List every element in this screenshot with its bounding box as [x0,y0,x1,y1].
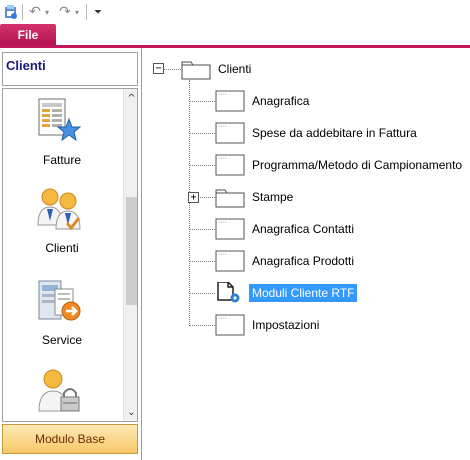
tree-node-label: Stampe [252,190,294,204]
tree-node-label: Moduli Cliente RTF [249,284,358,302]
user-lock-icon [38,369,80,412]
tree-connector [189,80,190,326]
tree-node-programma[interactable]: Programma/Metodo di Campionamento [215,154,465,176]
redo-icon[interactable]: ↷ [58,2,72,22]
tree-node-label: Anagrafica [252,94,310,108]
customize-qat-icon[interactable]: ⏷ [92,2,104,22]
tree-node-anagrafica-prodotti[interactable]: Anagrafica Prodotti [215,250,357,272]
nav-scrollbar[interactable]: ^ ⌄ [123,89,137,421]
nav-item-fatture[interactable]: Fatture [3,91,121,177]
clients-icon [37,188,81,231]
folder-icon [215,189,245,208]
navigation-pane: Clienti Fatture Clienti Service ^ ⌄ Modu… [0,48,142,460]
module-base-button[interactable]: Modulo Base [2,424,138,454]
nav-item-service[interactable]: Service [3,271,121,357]
tree-connector [189,133,215,134]
tree-view: − Clienti Anagrafica Spese da addebitare… [143,48,470,460]
scroll-down-icon[interactable]: ⌄ [124,405,137,420]
tree-node-label: Programma/Metodo di Campionamento [252,158,463,172]
tree-node-stampe[interactable]: Stampe [215,186,296,208]
tree-connector [189,293,215,294]
nav-item-label: Service [41,333,82,347]
tree-connector [189,325,215,326]
tree-node-label: Anagrafica Contatti [252,222,355,236]
tree-connector [163,69,181,70]
tree-node-anagrafica-contatti[interactable]: Anagrafica Contatti [215,218,357,240]
tree-node-moduli-cliente-rtf[interactable]: Moduli Cliente RTF [215,282,358,304]
undo-icon[interactable]: ↶ [28,2,42,22]
form-icon [215,314,245,336]
ribbon-tab-strip: File [0,24,470,47]
tree-connector [189,261,215,262]
document-gear-icon [217,282,240,303]
tree-node-label: Anagrafica Prodotti [252,254,355,268]
tree-node-impostazioni[interactable]: Impostazioni [215,314,322,336]
quick-access-toolbar: ↶ ▾ ↷ ▾ ⏷ [0,0,470,24]
app-icon[interactable] [2,2,20,22]
service-icon [38,280,81,321]
tree-node-clienti[interactable]: Clienti [181,58,254,80]
file-tab[interactable]: File [0,24,56,46]
scroll-thumb[interactable] [126,197,137,305]
collapse-icon[interactable]: − [153,63,164,74]
form-icon [215,122,245,144]
nav-item-clienti[interactable]: Clienti [3,179,121,265]
scroll-up-icon[interactable]: ^ [124,91,137,106]
invoice-star-icon [38,98,82,142]
tree-connector [189,101,215,102]
form-icon [215,218,245,240]
tree-node-label: Impostazioni [252,318,320,332]
tree-connector [189,229,215,230]
nav-title: Clienti [6,58,46,73]
folder-icon [181,61,211,80]
nav-item-label: Fatture [42,153,81,167]
undo-dropdown-icon[interactable]: ▾ [43,2,51,22]
redo-dropdown-icon[interactable]: ▾ [73,2,81,22]
expand-icon[interactable]: + [188,192,199,203]
tree-node-label: Spese da addebitare in Fattura [252,126,417,140]
tree-node-anagrafica[interactable]: Anagrafica [215,90,312,112]
form-icon [215,250,245,272]
tree-node-label: Clienti [218,62,252,76]
nav-item-user-lock[interactable] [3,361,121,421]
nav-item-label: Clienti [45,241,79,255]
form-icon [215,154,245,176]
nav-header: Clienti [2,52,138,86]
tree-connector [200,197,215,198]
form-icon [215,90,245,112]
tree-connector [189,165,215,166]
nav-items-panel: Fatture Clienti Service ^ ⌄ [2,88,138,422]
tree-node-spese[interactable]: Spese da addebitare in Fattura [215,122,420,144]
